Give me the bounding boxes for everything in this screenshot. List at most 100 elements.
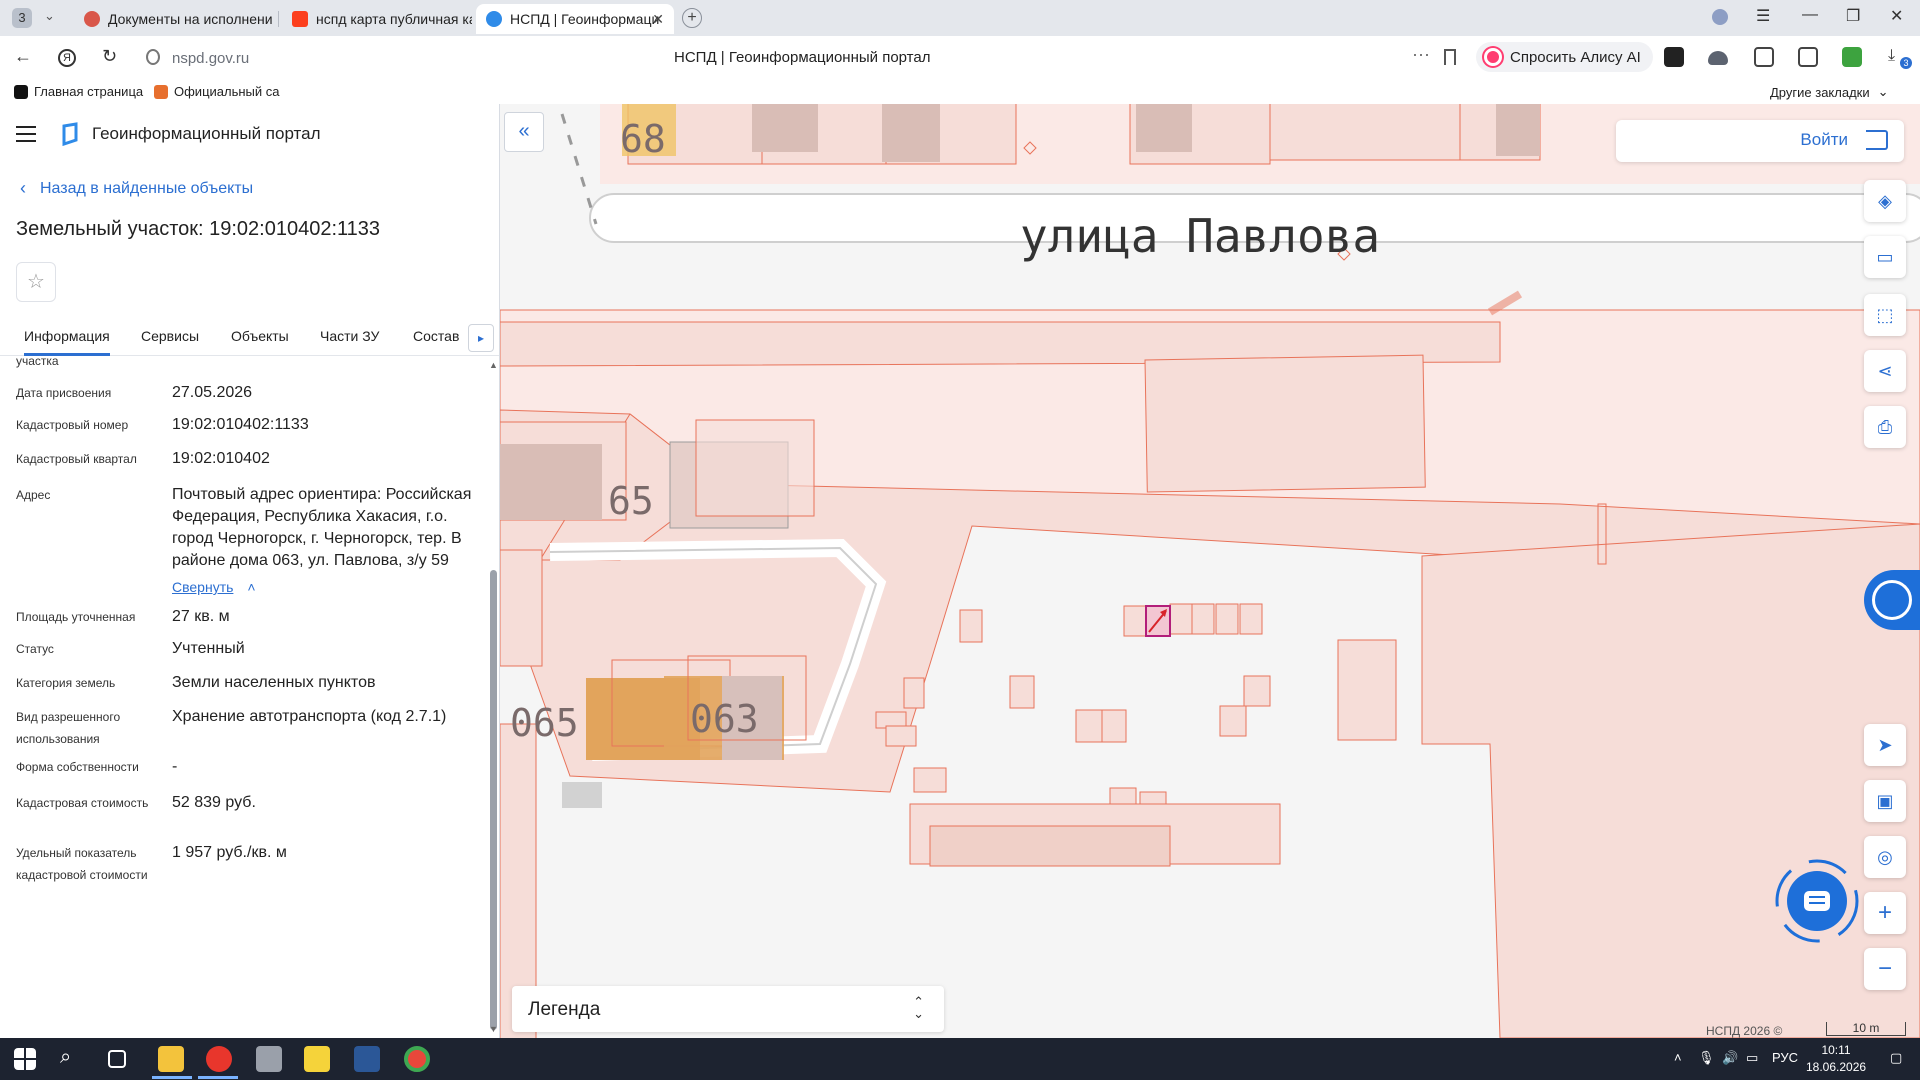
browser-tab-documents[interactable]: Документы на исполнени bbox=[74, 4, 274, 34]
browser-tab-search[interactable]: нспд карта публичная ка bbox=[282, 4, 472, 34]
task-view-icon[interactable] bbox=[108, 1050, 126, 1068]
object-info-panel: Геоинформационный портал ‹ Назад в найде… bbox=[0, 104, 500, 1038]
print-button[interactable]: ⎙ bbox=[1864, 406, 1906, 448]
tab-separator bbox=[278, 11, 279, 27]
property-value: 27.05.2026 bbox=[172, 384, 253, 401]
extension-icon[interactable] bbox=[1842, 47, 1862, 67]
scroll-thumb[interactable] bbox=[490, 570, 497, 1030]
windows-start-icon[interactable] bbox=[14, 1048, 36, 1070]
tab-objects[interactable]: Объекты bbox=[231, 328, 289, 344]
active-indicator bbox=[152, 1076, 192, 1079]
system-clock[interactable]: 10:11 18.06.2026 bbox=[1806, 1042, 1866, 1076]
property-label: Кадастровый квартал bbox=[16, 452, 137, 466]
sticky-notes-icon[interactable] bbox=[304, 1046, 330, 1072]
clock-date: 18.06.2026 bbox=[1806, 1060, 1867, 1074]
other-bookmarks[interactable]: Другие закладки ⌄ bbox=[1770, 84, 1889, 100]
map-canvas[interactable]: 68 65 065 063 улица Павлова bbox=[500, 104, 1920, 1038]
yandex-browser-icon[interactable] bbox=[206, 1046, 232, 1072]
app-icon[interactable] bbox=[256, 1046, 282, 1072]
scroll-down-icon[interactable]: ▼ bbox=[489, 1024, 498, 1034]
tabs-scroll-right-button[interactable]: ▸ bbox=[468, 324, 494, 352]
property-label: Удельный показатель кадастровой стоимост… bbox=[16, 846, 148, 882]
bookmark-official[interactable]: Официальный са bbox=[154, 84, 280, 99]
ruler-button[interactable]: ▭ bbox=[1864, 236, 1906, 278]
ask-alice-button[interactable]: Спросить Алису AI bbox=[1476, 42, 1653, 72]
hamburger-menu-icon[interactable] bbox=[16, 126, 36, 147]
tab-composition[interactable]: Состав bbox=[413, 328, 459, 344]
notifications-icon[interactable]: ▢ bbox=[1890, 1050, 1902, 1066]
legend-panel[interactable]: Легенда ⌃ ⌄ bbox=[512, 986, 944, 1032]
bookmark-label: Главная страница bbox=[34, 84, 144, 99]
yandex-logo-icon[interactable]: Я bbox=[58, 49, 76, 67]
property-value: Почтовый адрес ориентира: Российская Фед… bbox=[172, 486, 472, 569]
panel-scrollbar[interactable]: ▲ ▼ bbox=[488, 356, 498, 1038]
profile-icon[interactable] bbox=[1712, 9, 1728, 25]
layers-button[interactable]: ◈ bbox=[1864, 180, 1906, 222]
scroll-up-icon[interactable]: ▲ bbox=[489, 360, 498, 370]
zoom-in-button[interactable]: + bbox=[1864, 892, 1906, 934]
chrome-icon[interactable] bbox=[404, 1046, 430, 1072]
word-icon[interactable] bbox=[354, 1046, 380, 1072]
favorite-star-button[interactable]: ☆ bbox=[16, 262, 56, 302]
collapse-link[interactable]: Свернуть ˄ bbox=[172, 576, 482, 598]
tab-information[interactable]: Информация bbox=[24, 328, 110, 356]
property-label: участка bbox=[16, 356, 59, 368]
zoom-out-button[interactable]: − bbox=[1864, 948, 1906, 990]
back-to-results-link[interactable]: ‹ Назад в найденные объекты bbox=[20, 178, 253, 199]
house-label: 65 bbox=[608, 479, 654, 523]
input-language[interactable]: РУС bbox=[1772, 1050, 1798, 1065]
tab-parts[interactable]: Части ЗУ bbox=[320, 328, 379, 344]
property-value: 27 кв. м bbox=[172, 608, 230, 625]
minimize-icon[interactable]: — bbox=[1802, 6, 1818, 24]
extension-icon[interactable] bbox=[1664, 47, 1684, 67]
tab-label: Документы на исполнени bbox=[108, 11, 273, 27]
more-dots-icon[interactable]: ··· bbox=[1412, 44, 1430, 65]
bookmark-home[interactable]: Главная страница bbox=[14, 84, 143, 99]
close-tab-icon[interactable]: ✕ bbox=[652, 11, 664, 28]
yandex-icon bbox=[292, 11, 308, 27]
restore-icon[interactable]: ❐ bbox=[1846, 6, 1860, 26]
login-icon bbox=[1866, 130, 1888, 150]
search-icon[interactable]: ⌕ bbox=[60, 1046, 86, 1072]
browser-tab-nspd[interactable]: НСПД | Геоинформаци ✕ bbox=[476, 4, 674, 34]
extensions-puzzle-icon[interactable] bbox=[1754, 47, 1774, 67]
downloads-badge: 3 bbox=[1900, 57, 1912, 69]
new-tab-button[interactable]: + bbox=[682, 8, 702, 28]
minimap-button[interactable]: ▣ bbox=[1864, 780, 1906, 822]
feedback-button[interactable] bbox=[1864, 570, 1920, 630]
geolocation-button[interactable]: ➤ bbox=[1864, 724, 1906, 766]
collapse-label: Свернуть bbox=[172, 579, 234, 595]
site-info-icon[interactable] bbox=[146, 49, 160, 65]
extension-icon[interactable] bbox=[1708, 51, 1728, 65]
microphone-icon[interactable]: 🎙 bbox=[1698, 1050, 1715, 1066]
tab-counter[interactable]: 3 bbox=[12, 8, 32, 28]
close-window-icon[interactable]: ✕ bbox=[1890, 6, 1903, 26]
alice-label: Спросить Алису AI bbox=[1510, 48, 1641, 66]
volume-icon[interactable]: 🔊 bbox=[1722, 1050, 1738, 1066]
portal-title: Геоинформационный портал bbox=[92, 124, 321, 143]
tab-services[interactable]: Сервисы bbox=[141, 328, 199, 344]
location-search-button[interactable]: ◎ bbox=[1864, 836, 1906, 878]
share-button[interactable]: ⋖ bbox=[1864, 350, 1906, 392]
file-explorer-icon[interactable] bbox=[158, 1046, 184, 1072]
collections-icon[interactable] bbox=[1798, 47, 1818, 67]
tab-label: нспд карта публичная ка bbox=[316, 11, 472, 27]
bookmark-icon bbox=[14, 84, 28, 99]
network-icon[interactable]: ▭ bbox=[1746, 1050, 1758, 1066]
alice-icon bbox=[1484, 48, 1502, 66]
bookmark-icon bbox=[154, 84, 168, 99]
tray-chevron-up-icon[interactable]: ˄ bbox=[1674, 1050, 1682, 1065]
collapse-panel-button[interactable]: « bbox=[504, 112, 544, 152]
chevron-down-icon[interactable]: ⌄ bbox=[44, 8, 55, 24]
property-value: Земли населенных пунктов bbox=[172, 674, 376, 691]
menu-icon[interactable]: ☰ bbox=[1756, 6, 1770, 26]
chat-assistant-button[interactable] bbox=[1774, 858, 1860, 944]
url-host[interactable]: nspd.gov.ru bbox=[172, 50, 249, 67]
back-arrow-icon[interactable]: ← bbox=[14, 46, 32, 67]
property-label: Кадастровый номер bbox=[16, 418, 129, 432]
downloads-icon[interactable]: ⤓ 3 bbox=[1888, 47, 1912, 69]
area-select-button[interactable]: ⬚ bbox=[1864, 294, 1906, 336]
bookmark-icon[interactable] bbox=[1444, 49, 1456, 65]
login-button[interactable]: Войти bbox=[1616, 120, 1904, 162]
reload-icon[interactable]: ↻ bbox=[102, 46, 117, 67]
